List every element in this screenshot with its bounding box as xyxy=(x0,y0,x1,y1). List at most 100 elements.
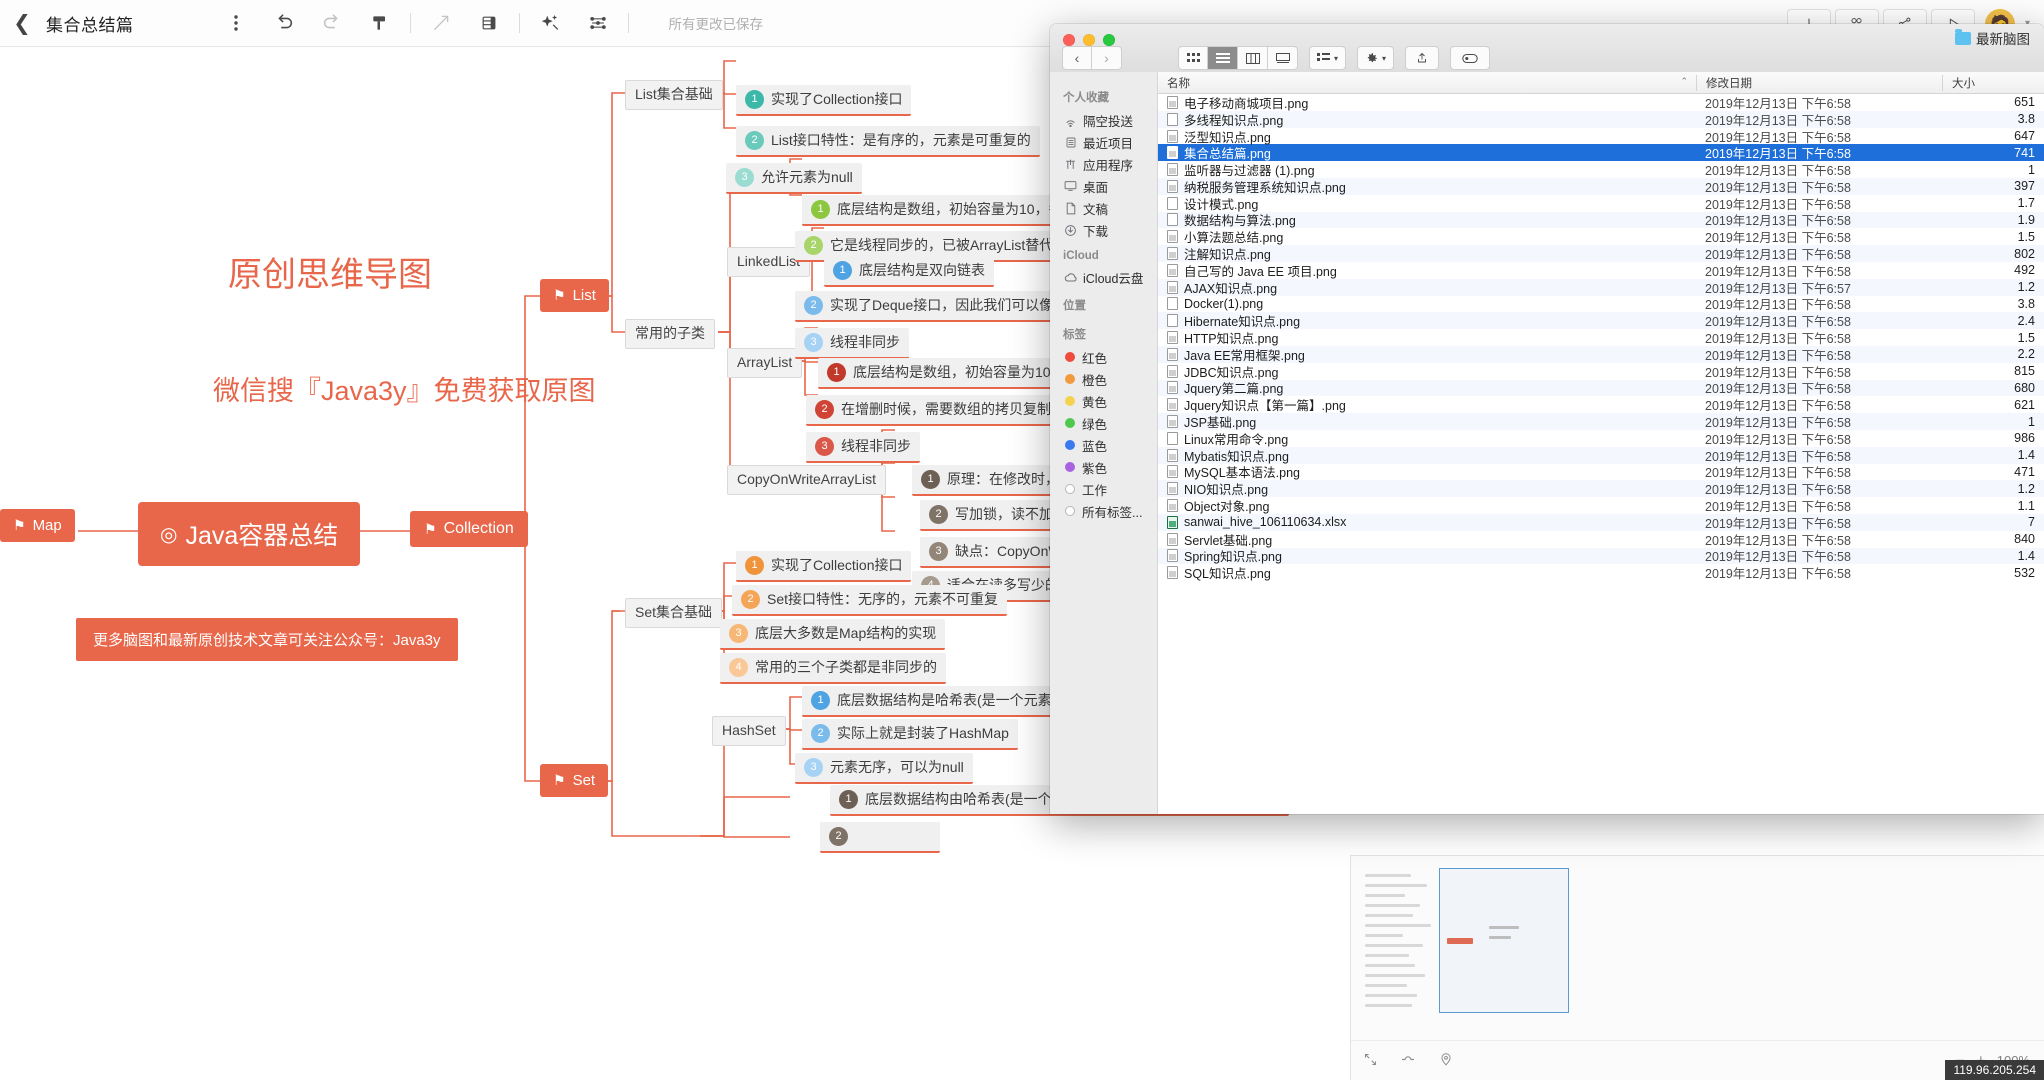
table-row[interactable]: Spring知识点.png2019年12月13日 下午6:581.4 xyxy=(1158,548,2044,565)
table-row[interactable]: Mybatis知识点.png2019年12月13日 下午6:581.4 xyxy=(1158,447,2044,464)
table-row[interactable]: Linux常用命令.png2019年12月13日 下午6:58986 xyxy=(1158,430,2044,447)
table-row[interactable]: Object对象.png2019年12月13日 下午6:581.1 xyxy=(1158,497,2044,514)
node-list[interactable]: ⚑ List xyxy=(540,279,609,312)
table-row[interactable]: NIO知识点.png2019年12月13日 下午6:581.2 xyxy=(1158,480,2044,497)
back-button[interactable]: ❮ xyxy=(0,11,44,36)
nav-back-button[interactable]: ‹ xyxy=(1062,46,1092,70)
node-set[interactable]: ⚑ Set xyxy=(540,764,608,797)
finder-sidebar[interactable]: 个人收藏 隔空投送 最近项目 应用程序 xyxy=(1050,72,1158,814)
undo-icon[interactable] xyxy=(260,3,308,43)
sidebar-item-documents[interactable]: 文稿 xyxy=(1050,197,1157,219)
sidebar-item-desktop[interactable]: 桌面 xyxy=(1050,175,1157,197)
leaf-node[interactable]: 2 实际上就是封装了HashMap xyxy=(802,719,1018,750)
node-list-basics[interactable]: List集合基础 xyxy=(625,80,723,110)
sidebar-tag-red[interactable]: 红色 xyxy=(1050,346,1157,368)
leaf-node[interactable]: 1 实现了Collection接口 xyxy=(736,85,911,116)
leaf-node[interactable]: 3 允许元素为null xyxy=(726,163,862,194)
table-row[interactable]: AJAX知识点.png2019年12月13日 下午6:571.2 xyxy=(1158,279,2044,296)
action-gear-icon[interactable]: ▾ xyxy=(1357,46,1394,70)
note-icon[interactable] xyxy=(465,3,513,43)
sidebar-item-recents[interactable]: 最近项目 xyxy=(1050,131,1157,153)
leaf-node[interactable]: 4 常用的三个子类都是非同步的 xyxy=(720,653,946,684)
table-row[interactable]: 设计模式.png2019年12月13日 下午6:581.7 xyxy=(1158,195,2044,212)
leaf-node[interactable]: 2 Set接口特性：无序的，元素不可重复 xyxy=(732,585,1007,616)
column-header-name[interactable]: 名称 ⌃ xyxy=(1158,75,1696,91)
finder-titlebar[interactable]: 最新脑图 ‹ › xyxy=(1050,24,2044,72)
table-row[interactable]: Servlet基础.png2019年12月13日 下午6:58840 xyxy=(1158,531,2044,548)
finder-file-list[interactable]: 名称 ⌃ 修改日期 大小 电子移动商城项目.png2019年12月13日 下午6… xyxy=(1158,72,2044,814)
sidebar-tag-purple[interactable]: 紫色 xyxy=(1050,456,1157,478)
table-row[interactable]: 数据结构与算法.png2019年12月13日 下午6:581.9 xyxy=(1158,212,2044,229)
group-by-icon[interactable]: ▾ xyxy=(1309,46,1346,70)
file-rows[interactable]: 电子移动商城项目.png2019年12月13日 下午6:58651多线程知识点.… xyxy=(1158,94,2044,581)
leaf-node[interactable]: 3 元素无序，可以为null xyxy=(795,753,973,784)
leaf-node[interactable]: 3 线程非同步 xyxy=(806,432,920,463)
table-row[interactable]: Java EE常用框架.png2019年12月13日 下午6:582.2 xyxy=(1158,346,2044,363)
column-header-date[interactable]: 修改日期 xyxy=(1696,75,1942,91)
tag-icon[interactable] xyxy=(1450,46,1490,70)
minimap-canvas[interactable] xyxy=(1351,856,2044,1040)
node-arraylist[interactable]: ArrayList xyxy=(727,348,802,378)
node-map[interactable]: ⚑ Map xyxy=(0,509,75,542)
node-common-subclasses[interactable]: 常用的子类 xyxy=(625,319,715,349)
table-row[interactable]: 纳税服务管理系统知识点.png2019年12月13日 下午6:58397 xyxy=(1158,178,2044,195)
gallery-view-icon[interactable] xyxy=(1268,46,1298,70)
line-style-icon[interactable] xyxy=(417,3,465,43)
table-row[interactable]: sanwai_hive_106110634.xlsx2019年12月13日 下午… xyxy=(1158,514,2044,531)
node-set-basics[interactable]: Set集合基础 xyxy=(625,598,722,628)
table-row[interactable]: 电子移动商城项目.png2019年12月13日 下午6:58651 xyxy=(1158,94,2044,111)
table-row[interactable]: HTTP知识点.png2019年12月13日 下午6:581.5 xyxy=(1158,329,2044,346)
redo-icon[interactable] xyxy=(308,3,356,43)
minimap-panel[interactable]: − + 100% xyxy=(1350,855,2044,1080)
icon-view-icon[interactable] xyxy=(1178,46,1208,70)
layout-icon[interactable] xyxy=(574,3,622,43)
table-row[interactable]: Hibernate知识点.png2019年12月13日 下午6:582.4 xyxy=(1158,312,2044,329)
table-row[interactable]: JSP基础.png2019年12月13日 下午6:581 xyxy=(1158,413,2044,430)
sidebar-item-downloads[interactable]: 下载 xyxy=(1050,219,1157,241)
sidebar-item-icloud-drive[interactable]: iCloud云盘 xyxy=(1050,266,1157,288)
column-header-size[interactable]: 大小 xyxy=(1942,75,2044,91)
locate-icon[interactable] xyxy=(1427,1052,1465,1069)
nav-forward-button[interactable]: › xyxy=(1092,46,1122,70)
sidebar-item-applications[interactable]: 应用程序 xyxy=(1050,153,1157,175)
sidebar-tag-orange[interactable]: 橙色 xyxy=(1050,368,1157,390)
table-row[interactable]: JDBC知识点.png2019年12月13日 下午6:58815 xyxy=(1158,363,2044,380)
leaf-node[interactable]: 3 底层大多数是Map结构的实现 xyxy=(720,619,945,650)
fit-screen-icon[interactable] xyxy=(1351,1052,1389,1070)
table-row[interactable]: 泛型知识点.png2019年12月13日 下午6:58647 xyxy=(1158,128,2044,145)
sidebar-tag-all[interactable]: 所有标签... xyxy=(1050,500,1157,522)
node-collection[interactable]: ⚑ Collection xyxy=(410,511,528,547)
leaf-node[interactable]: 1 实现了Collection接口 xyxy=(736,551,911,582)
leaf-node-partial[interactable]: 2 xyxy=(820,822,940,853)
magic-add-icon[interactable] xyxy=(526,3,574,43)
more-vertical-icon[interactable] xyxy=(212,3,260,43)
node-hashset[interactable]: HashSet xyxy=(712,716,786,746)
table-row[interactable]: 监听器与过滤器 (1).png2019年12月13日 下午6:581 xyxy=(1158,161,2044,178)
sidebar-tag-yellow[interactable]: 黄色 xyxy=(1050,390,1157,412)
table-row[interactable]: 自己写的 Java EE 项目.png2019年12月13日 下午6:58492 xyxy=(1158,262,2044,279)
share-icon[interactable] xyxy=(1405,46,1439,70)
leaf-node[interactable]: 2 实现了Deque接口，因此我们可以像操作 xyxy=(795,291,1090,322)
sidebar-tag-green[interactable]: 绿色 xyxy=(1050,412,1157,434)
format-painter-icon[interactable] xyxy=(356,3,404,43)
list-view-icon[interactable] xyxy=(1208,46,1238,70)
table-row[interactable]: Jquery知识点【第一篇】.png2019年12月13日 下午6:58621 xyxy=(1158,396,2044,413)
table-row[interactable]: SQL知识点.png2019年12月13日 下午6:58532 xyxy=(1158,564,2044,581)
table-row[interactable]: Docker(1).png2019年12月13日 下午6:583.8 xyxy=(1158,296,2044,313)
node-center[interactable]: ◎ Java容器总结 xyxy=(138,502,360,566)
leaf-node[interactable]: 2 List接口特性：是有序的，元素是可重复的 xyxy=(736,126,1040,157)
leaf-node[interactable]: 1 底层结构是双向链表 xyxy=(824,256,994,287)
finder-window[interactable]: 最新脑图 ‹ › xyxy=(1050,24,2044,814)
column-view-icon[interactable] xyxy=(1238,46,1268,70)
sidebar-tag-blue[interactable]: 蓝色 xyxy=(1050,434,1157,456)
sidebar-tag-work[interactable]: 工作 xyxy=(1050,478,1157,500)
table-row[interactable]: 小算法题总结.png2019年12月13日 下午6:581.5 xyxy=(1158,228,2044,245)
table-row[interactable]: 多线程知识点.png2019年12月13日 下午6:583.8 xyxy=(1158,111,2044,128)
sidebar-item-airdrop[interactable]: 隔空投送 xyxy=(1050,109,1157,131)
table-row[interactable]: 集合总结篇.png2019年12月13日 下午6:58741 xyxy=(1158,144,2044,161)
node-copyonwritearraylist[interactable]: CopyOnWriteArrayList xyxy=(727,465,886,495)
table-row[interactable]: MySQL基本语法.png2019年12月13日 下午6:58471 xyxy=(1158,464,2044,481)
table-row[interactable]: 注解知识点.png2019年12月13日 下午6:58802 xyxy=(1158,245,2044,262)
table-row[interactable]: Jquery第二篇.png2019年12月13日 下午6:58680 xyxy=(1158,380,2044,397)
leaf-node[interactable]: 3 线程非同步 xyxy=(795,328,909,359)
